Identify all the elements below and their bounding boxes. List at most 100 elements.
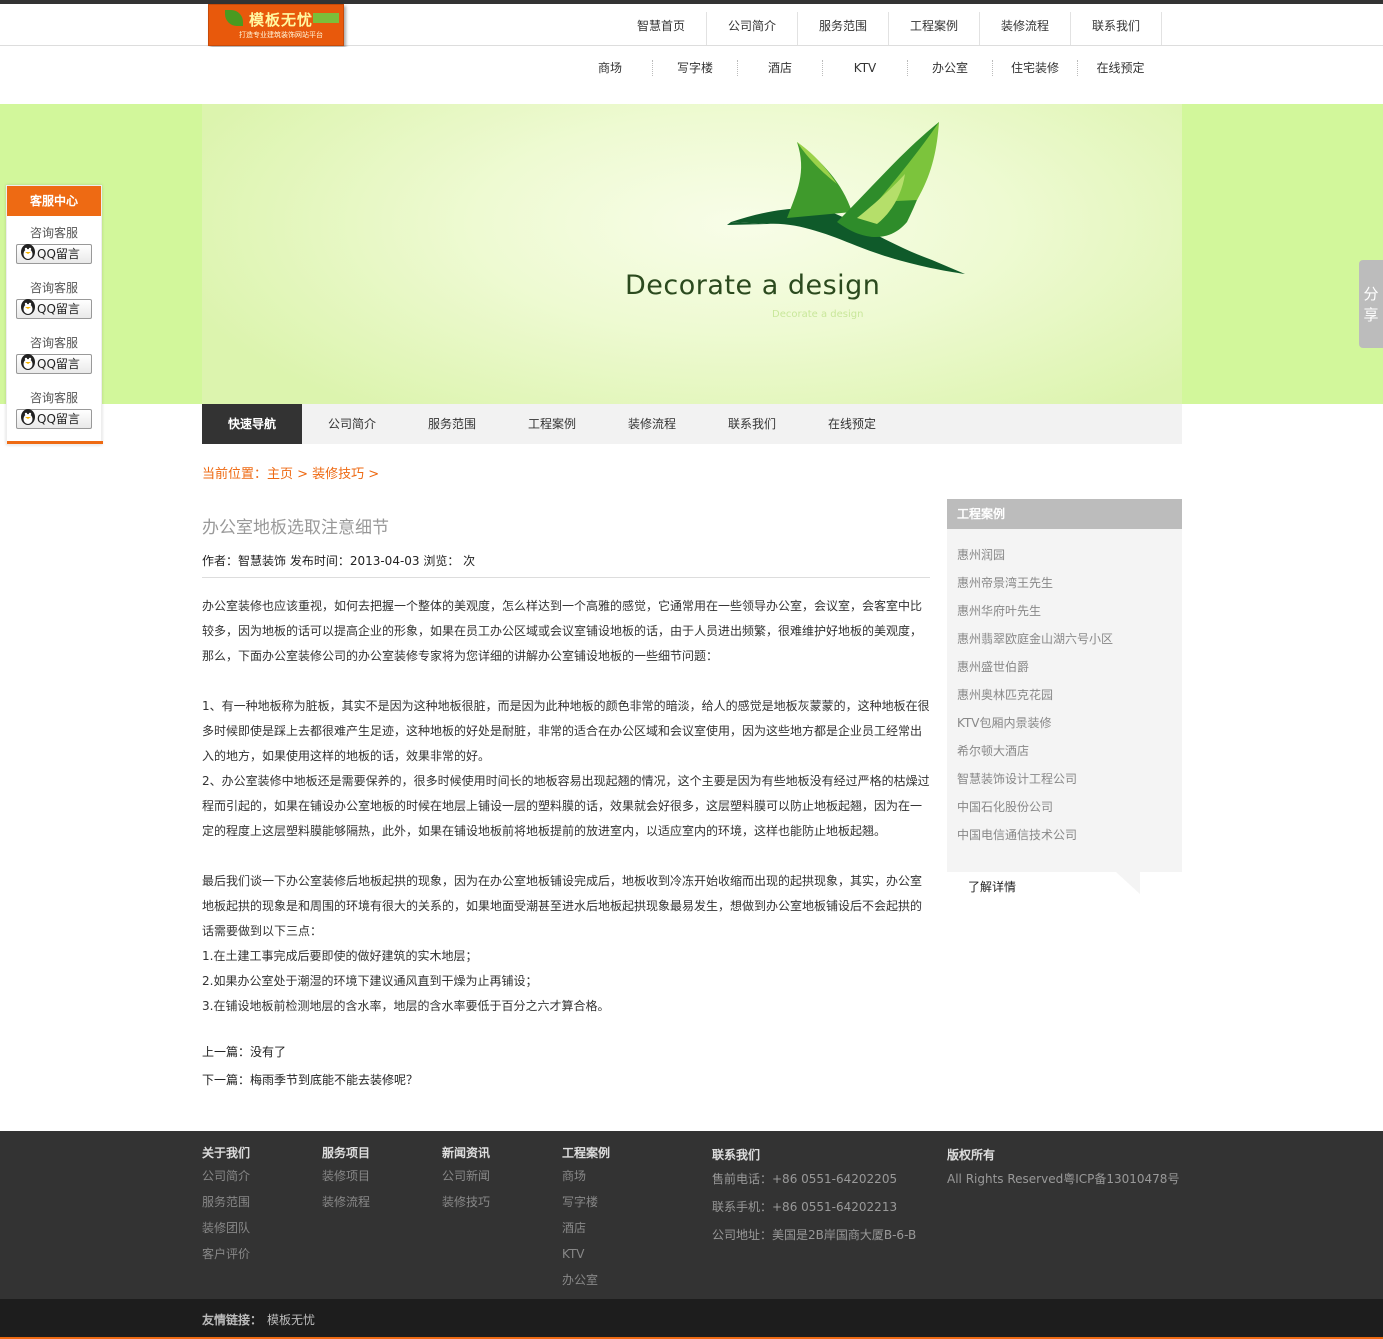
qq-penguin-icon [21,409,35,425]
section-nav-contact[interactable]: 联系我们 [702,404,802,444]
article-meta: 作者：智慧装饰 发布时间：2013-04-03 浏览： 次 [202,552,930,578]
section-nav-cases[interactable]: 工程案例 [502,404,602,444]
qq-penguin-icon [21,299,35,315]
section-nav: 快速导航 公司简介 服务范围 工程案例 装修流程 联系我们 在线预定 [202,404,1182,444]
footer-link[interactable]: 公司新闻 [442,1163,490,1189]
footer-contact-title: 联系我们 [712,1148,761,1162]
article: 办公室地板选取注意细节 作者：智慧装饰 发布时间：2013-04-03 浏览： … [202,513,930,1094]
customer-service-label: 咨询客服 [29,226,78,240]
footer-col-services: 服务项目 装修项目 装修流程 [322,1143,370,1215]
main-nav: 智慧首页 公司简介 服务范围 工程案例 装修流程 联系我们 [616,12,1162,45]
footer-col-title: 关于我们 [202,1146,251,1160]
footer-link[interactable]: 服务范围 [202,1189,250,1215]
qq-message-button[interactable]: QQ留言 [16,409,92,429]
main-nav-home[interactable]: 智慧首页 [616,12,707,45]
customer-service-label: 咨询客服 [29,391,78,405]
section-nav-booking[interactable]: 在线预定 [802,404,902,444]
banner: Decorate a design Decorate a design [0,104,1383,404]
article-paragraph: 1.在土建工事完成后要即使的做好建筑的实木地层； [202,949,478,963]
prev-next: 上一篇：没有了 下一篇：梅雨季节到底能不能去装修呢？ [202,1038,930,1094]
sub-nav-office-building[interactable]: 写字楼 [653,60,738,76]
footer-col-news: 新闻资讯 公司新闻 装修技巧 [442,1143,490,1215]
main-nav-contact[interactable]: 联系我们 [1071,12,1162,45]
sidebar-item[interactable]: 惠州润园 [957,541,1172,569]
article-paragraph: 1、有一种地板称为脏板，其实不是因为这种地板很脏，而是因为此种地板的颜色非常的暗… [202,699,930,763]
section-nav-quick[interactable]: 快速导航 [202,404,302,444]
site-logo[interactable]: 模板无忧 打造专业建筑装饰网站平台 [208,4,344,46]
sub-nav-residential[interactable]: 住宅装修 [993,60,1078,76]
footer-copyright-text: All Rights Reserved粤ICP备13010478号 [947,1172,1180,1186]
footer-link[interactable]: 装修项目 [322,1163,370,1189]
article-paragraph: 2.如果办公室处于潮湿的环境下建议通风直到干燥为止再铺设； [202,974,538,988]
footer-link[interactable]: 装修技巧 [442,1189,490,1215]
footer-link[interactable]: 写字楼 [562,1189,610,1215]
qq-message-label: QQ留言 [37,357,80,371]
sidebar-list: 惠州润园 惠州帝景湾王先生 惠州华府叶先生 惠州翡翠欧庭金山湖六号小区 惠州盛世… [947,529,1182,872]
article-paragraph: 3.在铺设地板前检测地层的含水率，地层的含水率要低于百分之六才算合格。 [202,999,610,1013]
sub-nav-office[interactable]: 办公室 [908,60,993,76]
sub-nav-ktv[interactable]: KTV [823,60,908,76]
sidebar-item[interactable]: 惠州华府叶先生 [957,597,1172,625]
sidebar-item[interactable]: 惠州盛世伯爵 [957,653,1172,681]
section-nav-services[interactable]: 服务范围 [402,404,502,444]
logo-subtitle: 打造专业建筑装饰网站平台 [239,31,323,39]
footer-address: 公司地址：美国是2B岸国商大厦B-6-B [712,1228,917,1242]
sidebar-item[interactable]: 智慧装饰设计工程公司 [957,765,1172,793]
footer-copyright: 版权所有 All Rights Reserved粤ICP备13010478号 [947,1143,1179,1193]
friend-links-label: 友情链接： [202,1313,263,1327]
sub-nav-hotel[interactable]: 酒店 [738,60,823,76]
sidebar-item[interactable]: KTV包厢内景装修 [957,709,1172,737]
qq-penguin-icon [21,354,35,370]
customer-service-panel: 客服中心 咨询客服 QQ留言 咨询客服 QQ留言 咨询客服 QQ留言 咨询客服 [6,185,103,445]
footer-link[interactable]: 酒店 [562,1215,610,1241]
main-nav-about[interactable]: 公司简介 [707,12,798,45]
sidebar-item[interactable]: 中国石化股份公司 [957,793,1172,821]
footer: 关于我们 公司简介 服务范围 装修团队 客户评价 服务项目 装修项目 装修流程 … [0,1131,1383,1299]
sidebar-item[interactable]: 惠州奥林匹克花园 [957,681,1172,709]
breadcrumb[interactable]: 当前位置：主页 > 装修技巧 > [202,463,379,482]
footer-link[interactable]: 装修流程 [322,1189,370,1215]
main-nav-process[interactable]: 装修流程 [980,12,1071,45]
footer-link[interactable]: KTV [562,1241,610,1267]
article-title: 办公室地板选取注意细节 [202,518,389,538]
customer-service-body: 咨询客服 QQ留言 咨询客服 QQ留言 咨询客服 QQ留言 咨询客服 QQ留言 [7,216,101,442]
footer-contact: 联系我们 售前电话：+86 0551-64202205 联系手机：+86 055… [712,1143,916,1249]
sub-nav-bar: 商场 写字楼 酒店 KTV 办公室 住宅装修 在线预定 [0,47,1383,104]
sub-nav-mall[interactable]: 商场 [568,60,653,76]
friend-link[interactable]: 模板无忧 [267,1311,315,1328]
article-body: 办公室装修也应该重视，如何去把握一个整体的美观度，怎么样达到一个高雅的感觉，它通… [202,594,930,1019]
footer-col-about: 关于我们 公司简介 服务范围 装修团队 客户评价 [202,1143,250,1267]
footer-link[interactable]: 商场 [562,1163,610,1189]
footer-link[interactable]: 公司简介 [202,1163,250,1189]
share-button[interactable]: 分享 [1359,260,1383,348]
qq-message-label: QQ留言 [37,247,80,261]
qq-message-button[interactable]: QQ留言 [16,299,92,319]
banner-text: Decorate a design [625,270,881,301]
next-article-link[interactable]: 下一篇：梅雨季节到底能不能去装修呢？ [202,1066,930,1094]
footer-link[interactable]: 装修团队 [202,1215,250,1241]
qq-message-label: QQ留言 [37,412,80,426]
main-nav-services[interactable]: 服务范围 [798,12,889,45]
friend-links: 友情链接： 模板无忧 [0,1299,1383,1339]
sidebar-cases: 工程案例 惠州润园 惠州帝景湾王先生 惠州华府叶先生 惠州翡翠欧庭金山湖六号小区… [947,499,1182,898]
footer-col-title: 新闻资讯 [442,1146,491,1160]
sidebar-item[interactable]: 中国电信通信技术公司 [957,821,1172,849]
section-nav-process[interactable]: 装修流程 [602,404,702,444]
footer-link[interactable]: 办公室 [562,1267,610,1293]
customer-service-group: 咨询客服 QQ留言 [7,277,101,332]
qq-message-button[interactable]: QQ留言 [16,354,92,374]
footer-col-title: 工程案例 [562,1146,611,1160]
sidebar-item[interactable]: 惠州翡翠欧庭金山湖六号小区 [957,625,1172,653]
prev-article-link[interactable]: 上一篇：没有了 [202,1038,930,1066]
speech-tail [1116,872,1140,894]
header: 模板无忧 打造专业建筑装饰网站平台 智慧首页 公司简介 服务范围 工程案例 装修… [0,4,1383,46]
article-paragraph [202,844,930,869]
sidebar-item[interactable]: 惠州帝景湾王先生 [957,569,1172,597]
sub-nav-booking[interactable]: 在线预定 [1078,60,1163,76]
qq-message-button[interactable]: QQ留言 [16,244,92,264]
footer-link[interactable]: 客户评价 [202,1241,250,1267]
main-nav-cases[interactable]: 工程案例 [889,12,980,45]
sidebar-item[interactable]: 希尔顿大酒店 [957,737,1172,765]
section-nav-about[interactable]: 公司简介 [302,404,402,444]
sidebar-more-link[interactable]: 了解详情 [968,878,1016,895]
